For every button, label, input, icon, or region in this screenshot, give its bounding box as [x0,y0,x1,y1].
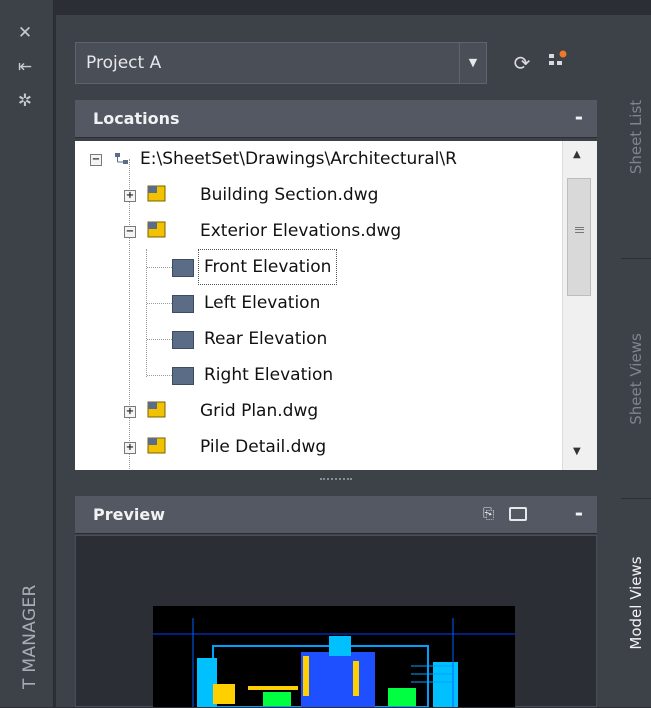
tab-model-views[interactable]: Model Views [621,499,651,708]
tree-item-file[interactable]: Pile Detail.dwg [200,429,326,465]
tree-connector [147,375,172,376]
tree-item-file[interactable]: Grid Plan.dwg [200,393,318,429]
tree-item-view-selected[interactable]: Front Elevation [198,249,338,285]
palette-title: T MANAGER [20,584,40,689]
drawing-file-icon [147,437,167,454]
chevron-down-icon[interactable]: ▼ [459,43,486,83]
close-icon[interactable]: ✕ [14,22,36,44]
project-selector[interactable]: Project A ▼ [75,42,487,84]
collapse-preview-button[interactable]: - [575,501,583,525]
expand-node-icon[interactable]: + [124,442,136,454]
panel-splitter[interactable] [75,470,597,490]
auto-hide-icon[interactable]: ⇤ [14,56,36,78]
expand-node-icon[interactable]: + [124,190,136,202]
tab-sheet-list[interactable]: Sheet List [621,15,651,259]
tree-item-file[interactable]: Exterior Elevations.dwg [200,213,401,249]
drawing-preview-image [153,606,515,707]
model-view-icon [172,295,194,313]
project-selector-value: Project A [86,53,162,73]
properties-icon[interactable]: ✲ [14,90,36,112]
tree-connector [129,159,130,470]
model-view-icon [172,331,194,349]
scrollbar-thumb[interactable] [567,178,591,296]
refresh-icon[interactable]: ⟳ [508,49,536,77]
palette-title-bar: ✕ ⇤ ✲ T MANAGER [0,0,53,707]
locations-tree[interactable]: − E:\SheetSet\Drawings\Architectural\R +… [75,141,597,470]
preview-header[interactable]: Preview ⎘ - [75,496,597,534]
scroll-up-icon[interactable]: ▲ [573,149,581,160]
preview-title: Preview [93,505,166,524]
collapse-node-icon[interactable]: − [124,226,136,238]
drawing-file-icon [147,221,167,238]
model-view-icon [172,259,194,277]
locations-title: Locations [93,109,180,128]
preview-mode-icon[interactable]: ⎘ [483,506,494,522]
tree-item-view[interactable]: Right Elevation [204,357,333,393]
tree-item-view[interactable]: Rear Elevation [204,321,327,357]
tree-connector [147,303,172,304]
tree-item-view[interactable]: Left Elevation [204,285,320,321]
collapse-node-icon[interactable]: − [90,154,102,166]
tree-item-folder[interactable]: E:\SheetSet\Drawings\Architectural\R [140,141,457,177]
drawing-file-icon [147,401,167,418]
collapse-locations-button[interactable]: - [575,105,583,129]
tree-connector [146,249,147,377]
side-tab-strip: Sheet List Sheet Views Model Views [621,15,651,708]
locations-header[interactable]: Locations - [75,100,597,138]
tree-connector [147,339,172,340]
model-view-icon [172,367,194,385]
scroll-down-icon[interactable]: ▼ [573,446,581,457]
tree-connector [147,267,172,268]
tab-sheet-views[interactable]: Sheet Views [621,259,651,499]
expand-node-icon[interactable]: + [124,406,136,418]
tree-item-file[interactable]: Building Section.dwg [200,177,378,213]
new-view-icon[interactable] [543,49,571,77]
drawing-file-icon [147,185,167,202]
image-icon[interactable] [509,507,527,521]
folder-tree-icon [113,151,133,167]
